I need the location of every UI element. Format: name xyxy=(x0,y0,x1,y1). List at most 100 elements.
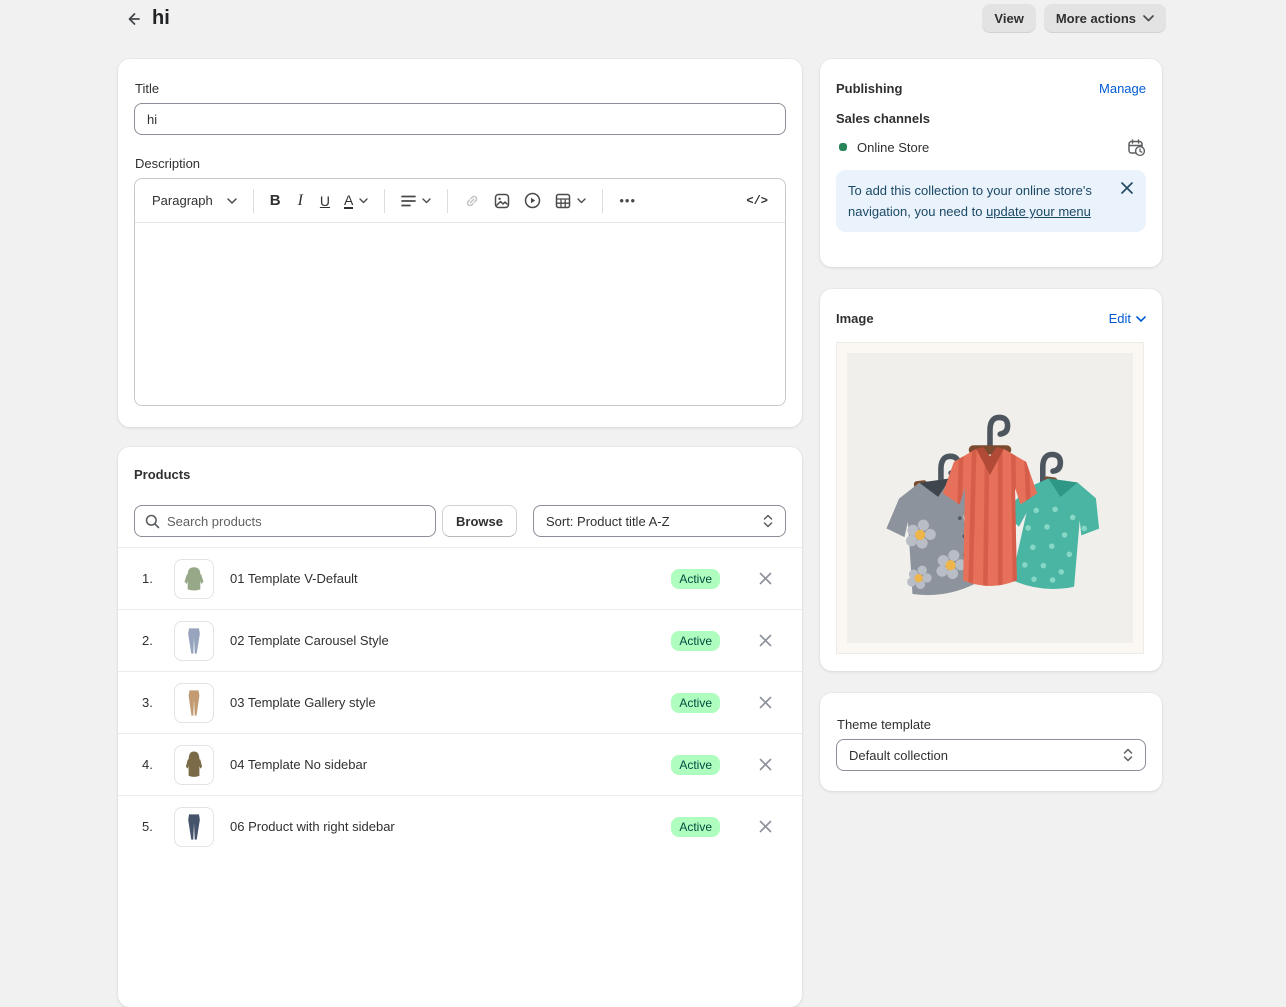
manage-link[interactable]: Manage xyxy=(1099,81,1146,96)
sort-select[interactable]: Sort: Product title A-Z xyxy=(533,505,786,537)
schedule-calendar-icon[interactable] xyxy=(1126,137,1146,157)
more-actions-button[interactable]: More actions xyxy=(1044,4,1166,33)
alignment-button[interactable] xyxy=(396,191,436,211)
remove-product-icon[interactable] xyxy=(756,570,774,588)
status-badge: Active xyxy=(671,693,720,713)
text-color-button[interactable]: A xyxy=(339,189,373,213)
title-label: Title xyxy=(135,81,786,96)
product-thumbnail xyxy=(174,683,214,723)
product-row: 3. 03 Template Gallery style Active xyxy=(118,671,802,733)
row-index: 1. xyxy=(142,571,162,586)
chevron-down-icon xyxy=(1136,316,1146,322)
status-badge: Active xyxy=(671,631,720,651)
channel-row: Online Store xyxy=(836,137,1146,157)
product-thumbnail xyxy=(174,745,214,785)
chevron-down-icon xyxy=(1143,15,1154,22)
product-row: 1. 01 Template V-Default Active xyxy=(118,547,802,609)
image-card: Image Edit xyxy=(820,289,1162,671)
browse-button[interactable]: Browse xyxy=(442,505,517,537)
remove-product-icon[interactable] xyxy=(756,632,774,650)
description-textarea[interactable] xyxy=(135,223,785,406)
insert-table-button[interactable] xyxy=(550,189,591,213)
banner-text: To add this collection to your online st… xyxy=(848,180,1100,222)
page-title: hi xyxy=(152,7,170,30)
status-badge: Active xyxy=(671,569,720,589)
publishing-card: Publishing Manage Sales channels Online … xyxy=(820,59,1162,267)
toolbar-divider xyxy=(447,189,448,213)
collection-details-card: Title Description Paragraph B I U A xyxy=(118,59,802,427)
insert-video-button[interactable] xyxy=(519,188,546,213)
topbar-actions: View More actions xyxy=(982,4,1166,33)
status-badge: Active xyxy=(671,817,720,837)
toolbar-divider xyxy=(602,189,603,213)
image-icon xyxy=(494,193,510,209)
products-controls: Browse Sort: Product title A-Z xyxy=(134,505,786,537)
topbar: hi View More actions xyxy=(0,0,1286,44)
underline-button[interactable]: U xyxy=(315,189,335,213)
product-row: 5. 06 Product with right sidebar Active xyxy=(118,795,802,857)
product-thumbnail xyxy=(174,621,214,661)
product-rows: 1. 01 Template V-Default Active 2. 02 Te… xyxy=(118,547,802,857)
collection-image-preview xyxy=(836,342,1144,654)
updown-chevrons-icon xyxy=(763,514,773,528)
products-card: Products Browse Sort: Product title A-Z … xyxy=(118,447,802,1007)
back-arrow-icon[interactable] xyxy=(122,8,144,30)
chevron-down-icon xyxy=(577,198,586,204)
toolbar-divider xyxy=(384,189,385,213)
insert-image-button[interactable] xyxy=(489,189,515,213)
product-row: 2. 02 Template Carousel Style Active xyxy=(118,609,802,671)
search-products-input[interactable] xyxy=(167,514,425,529)
channel-status-dot xyxy=(839,143,847,151)
chevron-down-icon xyxy=(359,198,368,204)
product-row: 4. 04 Template No sidebar Active xyxy=(118,733,802,795)
edit-image-link[interactable]: Edit xyxy=(1109,311,1146,326)
navigation-info-banner: To add this collection to your online st… xyxy=(836,170,1146,232)
theme-template-label: Theme template xyxy=(837,717,1146,732)
paragraph-style-dropdown[interactable]: Paragraph xyxy=(147,189,242,212)
view-button[interactable]: View xyxy=(982,4,1035,33)
channel-name: Online Store xyxy=(857,140,1126,155)
updown-chevrons-icon xyxy=(1123,748,1133,762)
toolbar-divider xyxy=(253,189,254,213)
row-index: 4. xyxy=(142,757,162,772)
row-index: 3. xyxy=(142,695,162,710)
chevron-down-icon xyxy=(227,198,237,204)
row-index: 5. xyxy=(142,819,162,834)
link-button[interactable] xyxy=(459,189,485,213)
chevron-down-icon xyxy=(422,198,431,204)
banner-close-icon[interactable] xyxy=(1120,181,1136,197)
theme-template-select[interactable]: Default collection xyxy=(836,739,1146,771)
update-your-menu-link[interactable]: update your menu xyxy=(986,204,1091,219)
remove-product-icon[interactable] xyxy=(756,818,774,836)
description-label: Description xyxy=(135,156,786,171)
sales-channels-heading: Sales channels xyxy=(836,111,1146,126)
product-title: 06 Product with right sidebar xyxy=(230,819,671,834)
remove-product-icon[interactable] xyxy=(756,756,774,774)
play-circle-icon xyxy=(524,192,541,209)
remove-product-icon[interactable] xyxy=(756,694,774,712)
link-icon xyxy=(464,193,480,209)
show-html-button[interactable]: </> xyxy=(741,190,773,212)
image-heading: Image xyxy=(836,311,874,326)
search-icon xyxy=(145,514,160,529)
title-input[interactable] xyxy=(134,103,786,135)
status-badge: Active xyxy=(671,755,720,775)
align-left-icon xyxy=(401,195,416,207)
product-thumbnail xyxy=(174,559,214,599)
product-thumbnail xyxy=(174,807,214,847)
row-index: 2. xyxy=(142,633,162,648)
theme-template-card: Theme template Default collection xyxy=(820,693,1162,791)
italic-button[interactable]: I xyxy=(290,188,311,214)
bold-button[interactable]: B xyxy=(265,188,286,213)
product-title: 02 Template Carousel Style xyxy=(230,633,671,648)
more-formatting-button[interactable]: ••• xyxy=(614,189,641,212)
product-title: 01 Template V-Default xyxy=(230,571,671,586)
publishing-heading: Publishing xyxy=(836,81,902,96)
product-title: 04 Template No sidebar xyxy=(230,757,671,772)
editor-toolbar: Paragraph B I U A xyxy=(135,179,785,223)
product-search-box[interactable] xyxy=(134,505,436,537)
products-heading: Products xyxy=(134,467,786,482)
shirts-illustration xyxy=(865,378,1115,618)
product-title: 03 Template Gallery style xyxy=(230,695,671,710)
description-editor: Paragraph B I U A xyxy=(134,178,786,406)
